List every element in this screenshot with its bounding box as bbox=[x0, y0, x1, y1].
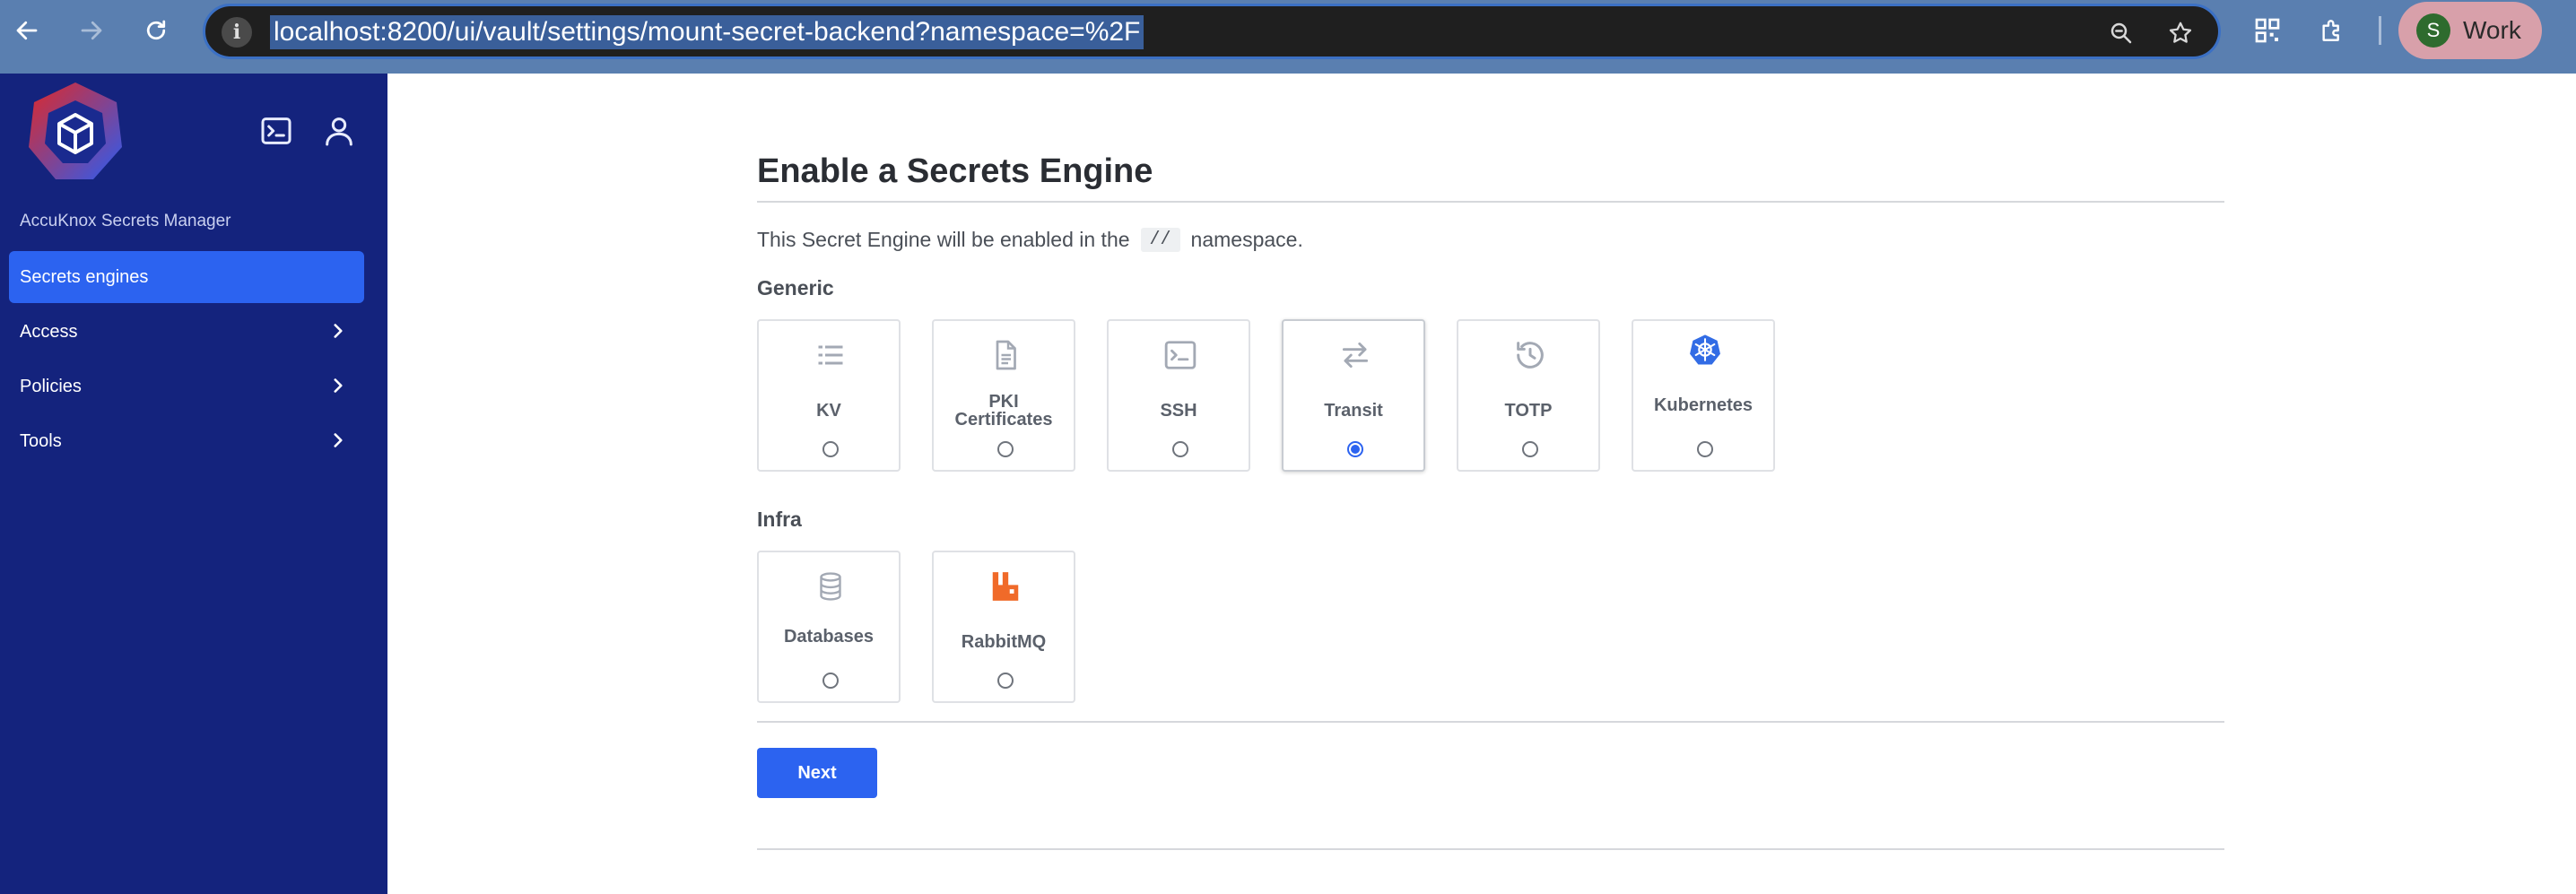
engine-radio-kubernetes[interactable] bbox=[1697, 441, 1713, 457]
history-icon bbox=[1512, 337, 1548, 373]
engine-label: PKI Certificates bbox=[954, 392, 1053, 430]
swap-arrows-icon bbox=[1337, 337, 1373, 373]
form-divider bbox=[757, 721, 2224, 723]
kubernetes-icon bbox=[1687, 332, 1723, 368]
rabbitmq-icon bbox=[988, 569, 1023, 604]
engine-radio-databases[interactable] bbox=[822, 673, 839, 689]
namespace-code: // bbox=[1140, 228, 1180, 252]
engine-radio-rabbitmq[interactable] bbox=[997, 673, 1014, 689]
forward-button[interactable] bbox=[74, 13, 109, 48]
group-label-generic: Generic bbox=[757, 276, 834, 299]
toolbar-divider bbox=[2379, 16, 2381, 45]
extensions-puzzle-icon[interactable] bbox=[2314, 13, 2350, 48]
main-content: Enable a Secrets Engine This Secret Engi… bbox=[387, 74, 2576, 894]
profile-name: Work bbox=[2463, 16, 2521, 44]
engine-label: TOTP bbox=[1504, 401, 1553, 421]
bookmark-star-icon[interactable] bbox=[2164, 17, 2197, 49]
sidebar-item-tools[interactable]: Tools bbox=[9, 415, 364, 467]
sidebar-item-secrets-engines[interactable]: Secrets engines bbox=[9, 251, 364, 303]
engine-card-databases[interactable]: Databases bbox=[757, 551, 901, 703]
chevron-right-icon bbox=[334, 433, 343, 447]
reload-button[interactable] bbox=[138, 13, 174, 48]
engine-card-pki[interactable]: PKI Certificates bbox=[932, 319, 1075, 472]
console-icon[interactable] bbox=[257, 111, 296, 151]
avatar: S bbox=[2416, 13, 2450, 48]
group-label-infra: Infra bbox=[757, 508, 802, 531]
user-icon[interactable] bbox=[319, 111, 359, 151]
zoom-icon[interactable] bbox=[2105, 17, 2137, 49]
next-button[interactable]: Next bbox=[757, 748, 877, 798]
intro-text-before: This Secret Engine will be enabled in th… bbox=[757, 228, 1130, 251]
engine-card-rabbitmq[interactable]: RabbitMQ bbox=[932, 551, 1075, 703]
document-icon bbox=[988, 337, 1023, 373]
engine-card-ssh[interactable]: SSH bbox=[1107, 319, 1250, 472]
engine-radio-transit[interactable] bbox=[1347, 441, 1363, 457]
namespace-intro: This Secret Engine will be enabled in th… bbox=[757, 228, 1303, 252]
engine-label: Kubernetes bbox=[1653, 395, 1754, 415]
vault-logo-icon bbox=[29, 82, 122, 179]
sidebar-item-label: Secrets engines bbox=[20, 266, 149, 287]
engine-radio-ssh[interactable] bbox=[1172, 441, 1188, 457]
sidebar-item-label: Policies bbox=[20, 376, 82, 396]
engine-radio-kv[interactable] bbox=[822, 441, 839, 457]
sidebar: AccuKnox Secrets Manager Secrets engines… bbox=[0, 74, 387, 894]
browser-toolbar: i localhost:8200/ui/vault/settings/mount… bbox=[0, 0, 2576, 74]
brand-label: AccuKnox Secrets Manager bbox=[20, 212, 231, 230]
reload-icon bbox=[146, 20, 166, 40]
engine-radio-totp[interactable] bbox=[1522, 441, 1538, 457]
site-info-icon[interactable]: i bbox=[222, 17, 252, 48]
engine-card-kubernetes[interactable]: Kubernetes bbox=[1632, 319, 1775, 472]
engine-label: RabbitMQ bbox=[961, 632, 1047, 652]
list-icon bbox=[813, 337, 849, 373]
chevron-right-icon bbox=[334, 324, 343, 338]
terminal-icon bbox=[1162, 337, 1198, 373]
back-button[interactable] bbox=[9, 13, 45, 48]
address-bar[interactable]: i localhost:8200/ui/vault/settings/mount… bbox=[203, 4, 2221, 59]
engine-label: SSH bbox=[1160, 401, 1197, 421]
sidebar-item-label: Access bbox=[20, 321, 78, 342]
engine-card-kv[interactable]: KV bbox=[757, 319, 901, 472]
arrow-right-icon bbox=[81, 21, 102, 40]
chevron-right-icon bbox=[334, 378, 343, 393]
engine-card-totp[interactable]: TOTP bbox=[1457, 319, 1600, 472]
engine-label: Transit bbox=[1324, 401, 1383, 421]
engine-radio-pki[interactable] bbox=[997, 441, 1014, 457]
database-icon bbox=[813, 569, 849, 604]
page-title: Enable a Secrets Engine bbox=[757, 152, 1153, 190]
sidebar-item-access[interactable]: Access bbox=[9, 306, 364, 358]
sidebar-item-label: Tools bbox=[20, 430, 62, 451]
engine-label: KV bbox=[816, 401, 841, 421]
footer-divider bbox=[757, 848, 2224, 850]
sidebar-item-policies[interactable]: Policies bbox=[9, 360, 364, 412]
engine-label: Databases bbox=[783, 627, 875, 647]
intro-text-after: namespace. bbox=[1190, 228, 1303, 251]
title-divider bbox=[757, 201, 2224, 203]
arrow-left-icon bbox=[16, 21, 38, 40]
profile-button[interactable]: S Work bbox=[2398, 2, 2542, 59]
qr-code-icon[interactable] bbox=[2250, 13, 2285, 48]
url-text[interactable]: localhost:8200/ui/vault/settings/mount-s… bbox=[270, 15, 1144, 49]
engine-card-transit[interactable]: Transit bbox=[1282, 319, 1425, 472]
